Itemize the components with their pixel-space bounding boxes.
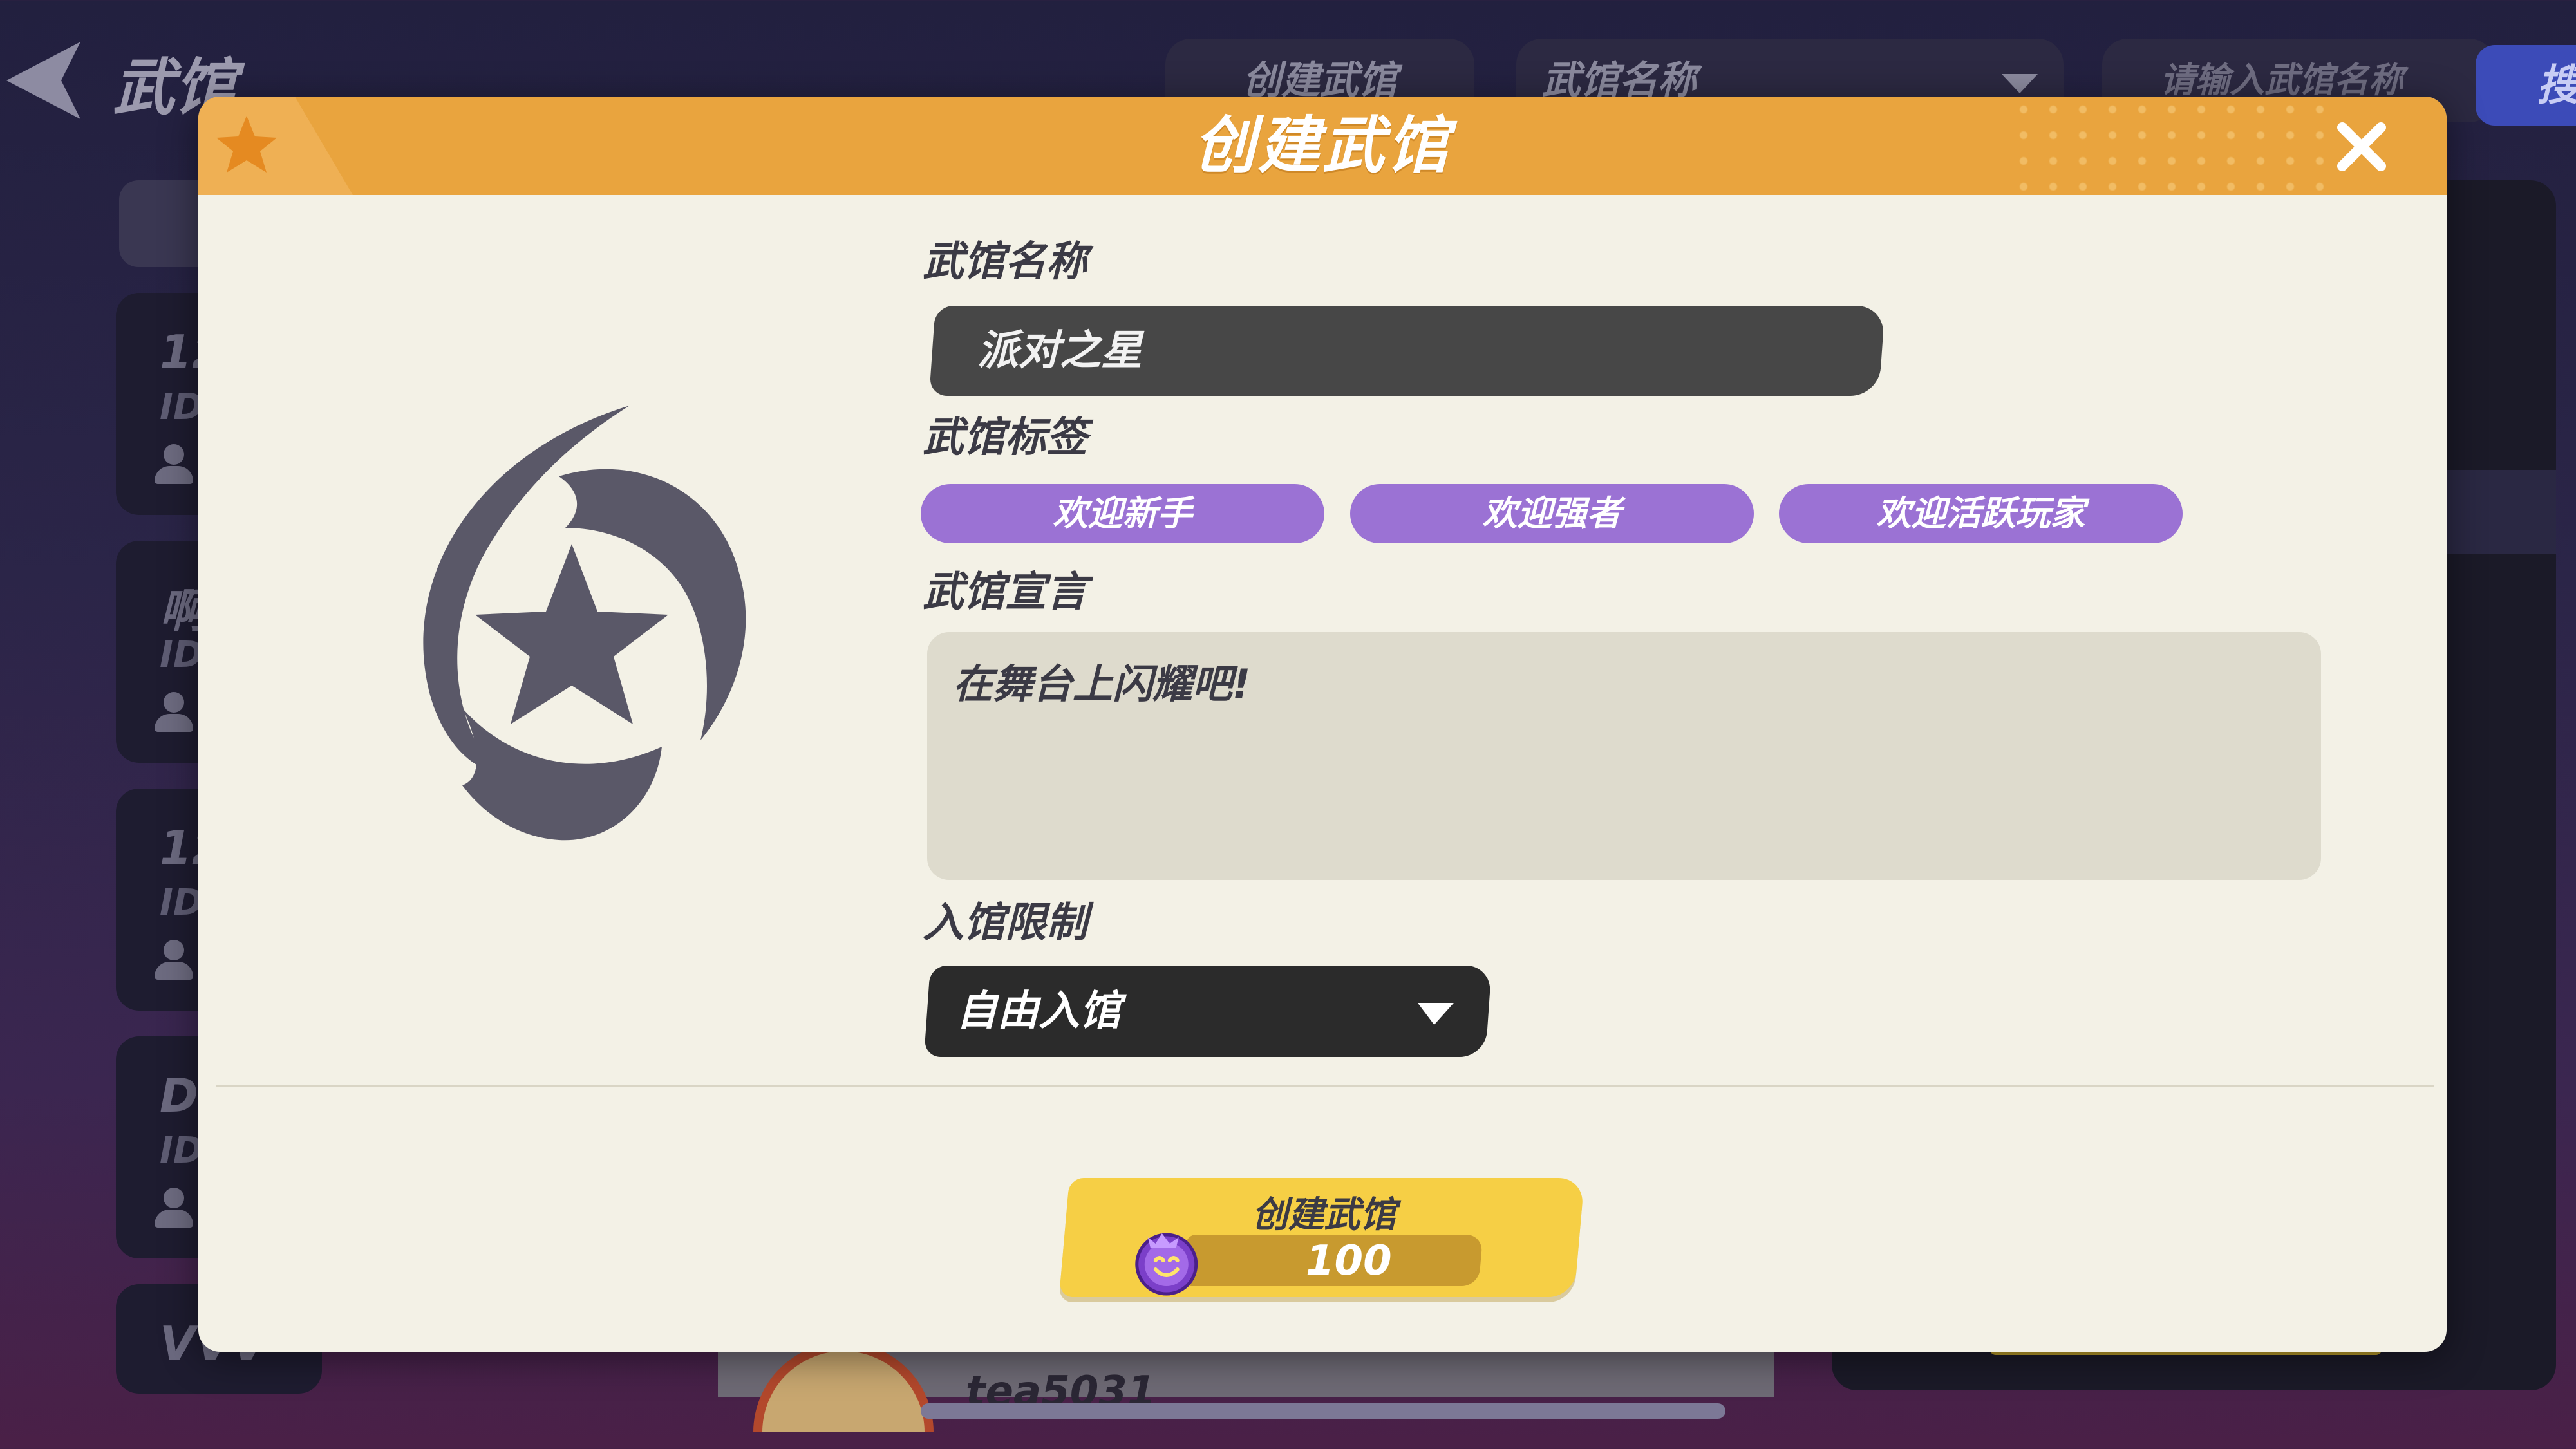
chevron-down-icon bbox=[1416, 1003, 1454, 1025]
club-card-id: ID bbox=[160, 634, 203, 676]
club-detail-band bbox=[2434, 470, 2556, 554]
join-limit-label: 入馆限制 bbox=[923, 899, 1087, 947]
member-icon bbox=[155, 444, 193, 484]
club-name-label: 武馆名称 bbox=[923, 238, 1087, 286]
tag-welcome-active[interactable]: 欢迎活跃玩家 bbox=[1779, 484, 2183, 543]
join-limit-value: 自由入馆 bbox=[956, 987, 1121, 1035]
back-arrow-icon[interactable] bbox=[0, 39, 90, 122]
close-icon[interactable] bbox=[2329, 115, 2394, 179]
member-icon bbox=[155, 1188, 193, 1228]
search-button[interactable]: 搜 bbox=[2476, 45, 2576, 126]
create-cost-value: 100 bbox=[1306, 1237, 1392, 1285]
chevron-down-icon bbox=[2002, 74, 2038, 93]
member-icon bbox=[155, 940, 193, 980]
club-card-id: ID bbox=[160, 882, 203, 924]
home-indicator bbox=[921, 1403, 1725, 1419]
member-icon bbox=[155, 692, 193, 732]
create-club-dialog: 创建武馆 武馆名称 派对之星 武馆标签 欢迎新手 欢迎强者 欢迎活跃玩家 武馆宣… bbox=[198, 97, 2447, 1352]
tag-welcome-strong[interactable]: 欢迎强者 bbox=[1350, 484, 1754, 543]
club-name-value: 派对之星 bbox=[977, 327, 1142, 375]
club-name-input[interactable]: 派对之星 bbox=[929, 306, 1885, 396]
club-declaration-textarea[interactable]: 在舞台上闪耀吧! bbox=[927, 632, 2321, 880]
dialog-title: 创建武馆 bbox=[1194, 109, 1451, 182]
join-limit-select[interactable]: 自由入馆 bbox=[924, 966, 1492, 1057]
club-card-id: ID bbox=[160, 386, 203, 428]
create-club-button[interactable]: 创建武馆 100 bbox=[1058, 1178, 1585, 1297]
club-tags-label: 武馆标签 bbox=[923, 414, 1087, 462]
divider bbox=[216, 1085, 2434, 1087]
club-emblem-icon bbox=[423, 406, 746, 841]
tag-welcome-newbies[interactable]: 欢迎新手 bbox=[921, 484, 1324, 543]
club-card-id: ID bbox=[160, 1130, 203, 1172]
club-declaration-label: 武馆宣言 bbox=[923, 568, 1087, 616]
